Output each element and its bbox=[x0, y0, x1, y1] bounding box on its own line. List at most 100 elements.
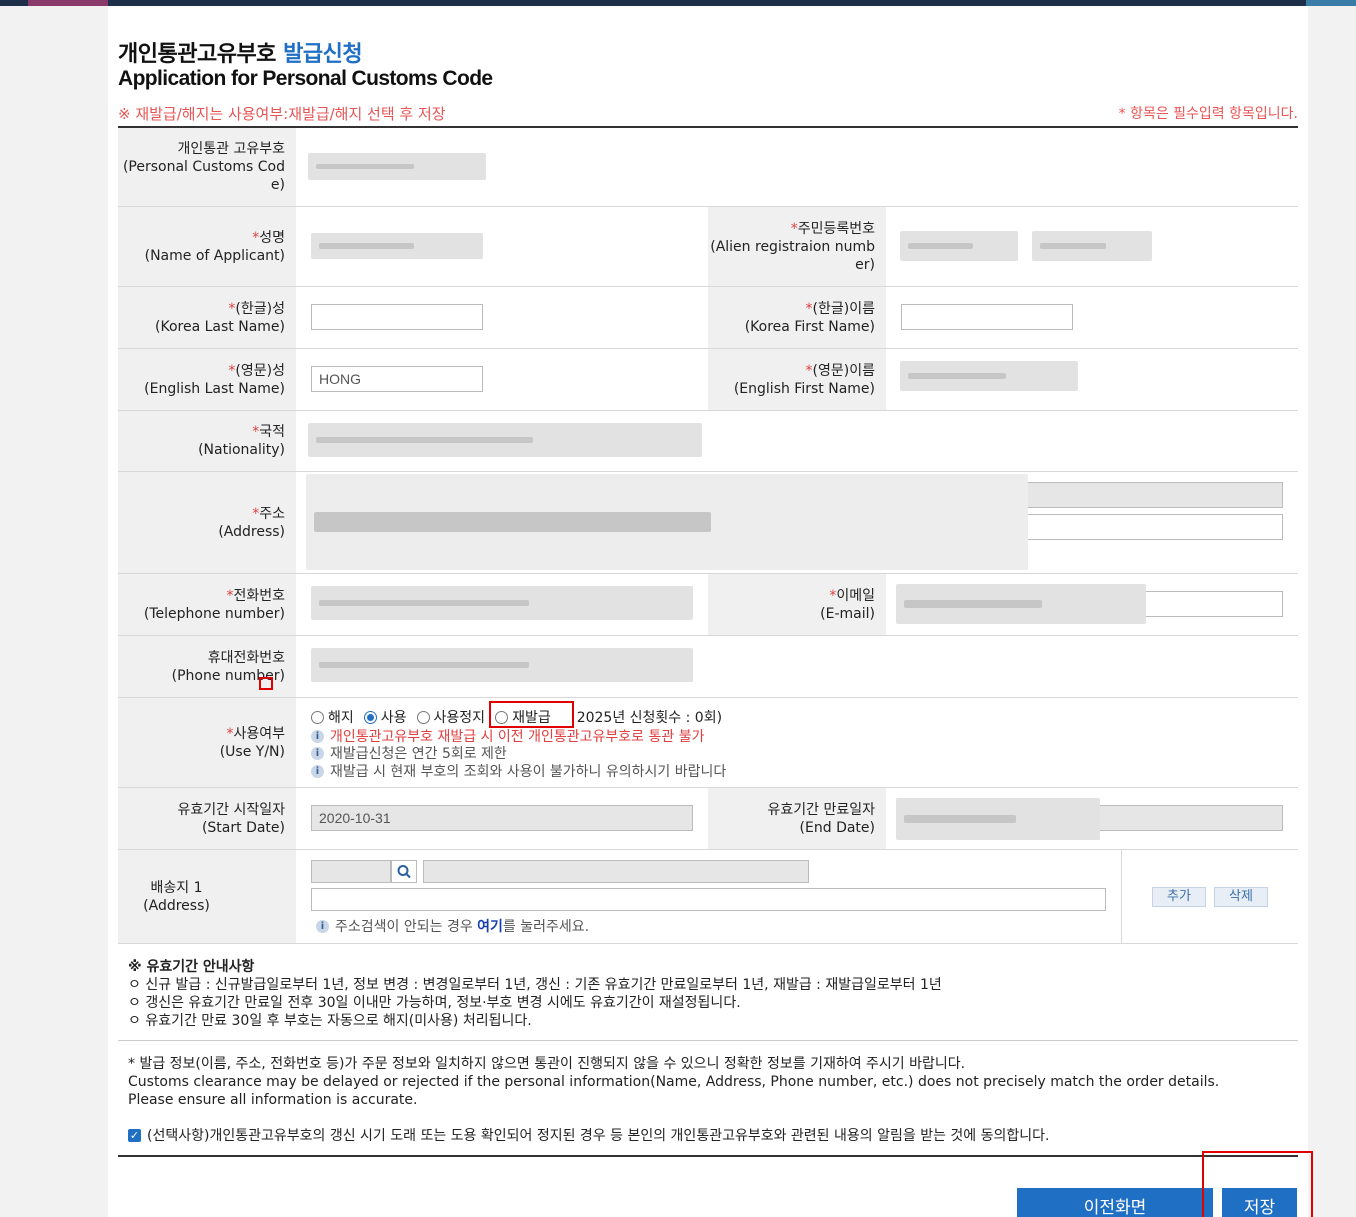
english-last-name-input[interactable]: HONG bbox=[311, 366, 483, 392]
label-en: (Address) bbox=[143, 897, 210, 914]
add-shipping-button[interactable]: 추가 bbox=[1152, 887, 1206, 907]
name-field-redacted[interactable] bbox=[311, 233, 483, 259]
shipping-road-address-input[interactable] bbox=[423, 860, 809, 883]
label-en: (Korea First Name) bbox=[744, 318, 875, 335]
page-title-korean: 개인통관고유부호 발급신청 bbox=[118, 36, 363, 68]
label-shipping-address: 배송지 1 (Address) bbox=[118, 850, 296, 943]
label-ko: 배송지 1 bbox=[150, 879, 203, 896]
mobile-input-redacted[interactable] bbox=[311, 648, 693, 682]
label-en: (Nationality) bbox=[198, 442, 285, 458]
label-address: *주소 (Address) bbox=[118, 472, 296, 573]
info-text: 재발급신청은 연간 5회로 제한 bbox=[330, 746, 507, 762]
page-title-main: 개인통관고유부호 bbox=[118, 42, 284, 67]
search-icon bbox=[397, 865, 411, 879]
end-date-value-redacted bbox=[896, 798, 1100, 840]
label-en: (Use Y/N) bbox=[219, 743, 285, 760]
row-nationality: *국적 (Nationality) bbox=[118, 411, 1298, 472]
label-en: (E-mail) bbox=[820, 605, 875, 622]
save-button[interactable]: 저장 bbox=[1222, 1188, 1297, 1217]
label-en: (Start Date) bbox=[201, 819, 285, 836]
hint-here-link[interactable]: 여기 bbox=[477, 919, 503, 935]
guide-line: ㅇ 갱신은 유효기간 만료일 전후 30일 이내만 가능하며, 정보·부호 변경… bbox=[128, 995, 741, 1011]
korean-first-name-input[interactable] bbox=[901, 304, 1073, 330]
start-date-field: 2020-10-31 bbox=[311, 805, 693, 831]
reissue-count-text: 2025년 신청횟수 : 0회) bbox=[576, 710, 723, 726]
label-alien-registration: *주민등록번호 (Alien registraion numb er) bbox=[708, 207, 886, 286]
label-use-status: *사용여부 (Use Y/N) bbox=[118, 698, 296, 787]
page-title-accent: 발급신청 bbox=[283, 42, 363, 67]
address-search-button[interactable] bbox=[391, 860, 417, 883]
english-first-name-redacted[interactable] bbox=[900, 361, 1078, 391]
label-ko: *주민등록번호 bbox=[790, 220, 875, 237]
warning-korean: * 발급 정보(이름, 주소, 전화번호 등)가 주문 정보와 일치하지 않으면… bbox=[128, 1056, 966, 1072]
label-end-date: 유효기간 만료일자 (End Date) bbox=[708, 788, 886, 849]
radio-terminate[interactable] bbox=[311, 710, 324, 724]
row-english-name: *(영문)성 (English Last Name) HONG *(영문)이름 … bbox=[118, 349, 1298, 411]
required-field-note: * 항목은 필수입력 항목입니다. bbox=[1118, 106, 1298, 122]
label-en: (Korea Last Name) bbox=[155, 318, 285, 335]
korean-last-name-input[interactable] bbox=[311, 304, 483, 330]
radio-reissue[interactable] bbox=[495, 710, 509, 724]
warning-english: Customs clearance may be delayed or reje… bbox=[128, 1074, 1220, 1090]
page-title-english: Application for Personal Customs Code bbox=[118, 67, 493, 90]
info-icon: i bbox=[311, 764, 324, 778]
guide-line: ㅇ 신규 발급 : 신규발급일로부터 1년, 정보 변경 : 변경일로부터 1년… bbox=[128, 977, 942, 993]
label-en: (Address) bbox=[218, 523, 285, 540]
label-start-date: 유효기간 시작일자 (Start Date) bbox=[118, 788, 296, 849]
label-nationality: *국적 (Nationality) bbox=[118, 411, 296, 471]
label-ko: *국적 bbox=[252, 424, 285, 440]
row-address: *주소 (Address) bbox=[118, 472, 1298, 574]
radio-use-label[interactable]: 사용 bbox=[381, 707, 407, 727]
label-ko: *주소 bbox=[252, 505, 285, 522]
label-en: (English Last Name) bbox=[144, 380, 285, 397]
radio-reissue-label[interactable]: 재발급 bbox=[512, 707, 551, 727]
notification-consent: ✓ (선택사항)개인통관고유부호의 갱신 시기 도래 또는 도용 확인되어 정지… bbox=[128, 1125, 1049, 1145]
zipcode-input[interactable] bbox=[311, 860, 391, 883]
nationality-select-redacted[interactable] bbox=[308, 423, 702, 457]
row-korean-name: *(한글)성 (Korea Last Name) *(한글)이름 (Korea … bbox=[118, 287, 1298, 349]
radio-suspend-label[interactable]: 사용정지 bbox=[434, 707, 486, 727]
label-ko: 유효기간 만료일자 bbox=[767, 801, 876, 818]
shipping-actions-divider bbox=[1121, 850, 1122, 944]
label-telephone: *전화번호 (Telephone number) bbox=[118, 574, 296, 635]
label-ko: *이메일 bbox=[829, 587, 875, 604]
guide-title: ※ 유효기간 안내사항 bbox=[128, 959, 255, 975]
shipping-detail-address-input[interactable] bbox=[311, 888, 1106, 911]
label-ko: 개인통관 고유부호 bbox=[177, 141, 286, 157]
alien-number-part1-redacted[interactable] bbox=[900, 231, 1018, 261]
radio-suspend[interactable] bbox=[416, 710, 430, 724]
radio-use[interactable] bbox=[363, 710, 377, 724]
use-status-radio-group: 해지 사용 사용정지 재발급 2025년 신청횟수 : 0회) bbox=[311, 707, 722, 727]
row-validity-dates: 유효기간 시작일자 (Start Date) 2020-10-31 유효기간 만… bbox=[118, 788, 1298, 850]
alien-number-part2-redacted[interactable] bbox=[1032, 231, 1152, 261]
label-ko: *(한글)성 bbox=[228, 300, 285, 317]
warning-english: Please ensure all information is accurat… bbox=[128, 1092, 418, 1108]
info-reissue-limit: i 재발급신청은 연간 5회로 제한 bbox=[311, 743, 507, 763]
label-en: (Telephone number) bbox=[143, 605, 285, 622]
radio-terminate-label[interactable]: 해지 bbox=[328, 707, 354, 727]
label-ko: 유효기간 시작일자 bbox=[177, 801, 286, 818]
label-en: (Name of Applicant) bbox=[144, 247, 285, 264]
label-en: (Alien registraion numb bbox=[710, 238, 875, 255]
validity-guide: ※ 유효기간 안내사항 ㅇ 신규 발급 : 신규발급일로부터 1년, 정보 변경… bbox=[128, 958, 942, 1030]
customs-code-value-redacted bbox=[308, 153, 486, 180]
info-icon: i bbox=[311, 746, 324, 760]
guide-line: ㅇ 유효기간 만료 30일 후 부호는 자동으로 해지(미사용) 처리됩니다. bbox=[128, 1013, 532, 1029]
consent-text: (선택사항)개인통관고유부호의 갱신 시기 도래 또는 도용 확인되어 정지된 … bbox=[147, 1128, 1050, 1144]
previous-screen-button[interactable]: 이전화면 bbox=[1017, 1188, 1213, 1217]
consent-checkbox[interactable]: ✓ bbox=[128, 1128, 141, 1142]
email-value-redacted bbox=[896, 584, 1146, 624]
label-email: *이메일 (E-mail) bbox=[708, 574, 886, 635]
delete-shipping-button[interactable]: 삭제 bbox=[1214, 887, 1268, 907]
info-reissue-caution: i 재발급 시 현재 부호의 조회와 사용이 불가하니 유의하시기 바랍니다 bbox=[311, 761, 726, 781]
label-en: (Phone number) bbox=[171, 667, 285, 684]
label-name: *성명 (Name of Applicant) bbox=[118, 207, 296, 286]
shipping-search-hint: i 주소검색이 안되는 경우 여기를 눌러주세요. bbox=[316, 916, 589, 936]
label-korean-first-name: *(한글)이름 (Korea First Name) bbox=[708, 287, 886, 348]
guide-divider bbox=[118, 1040, 1298, 1041]
label-en: e) bbox=[270, 177, 285, 193]
label-korean-last-name: *(한글)성 (Korea Last Name) bbox=[118, 287, 296, 348]
row-use-status: *사용여부 (Use Y/N) 해지 사용 사용정지 재발급 2025년 신청횟… bbox=[118, 698, 1298, 788]
telephone-input-redacted[interactable] bbox=[311, 586, 693, 620]
row-telephone: *전화번호 (Telephone number) *이메일 (E-mail) bbox=[118, 574, 1298, 636]
